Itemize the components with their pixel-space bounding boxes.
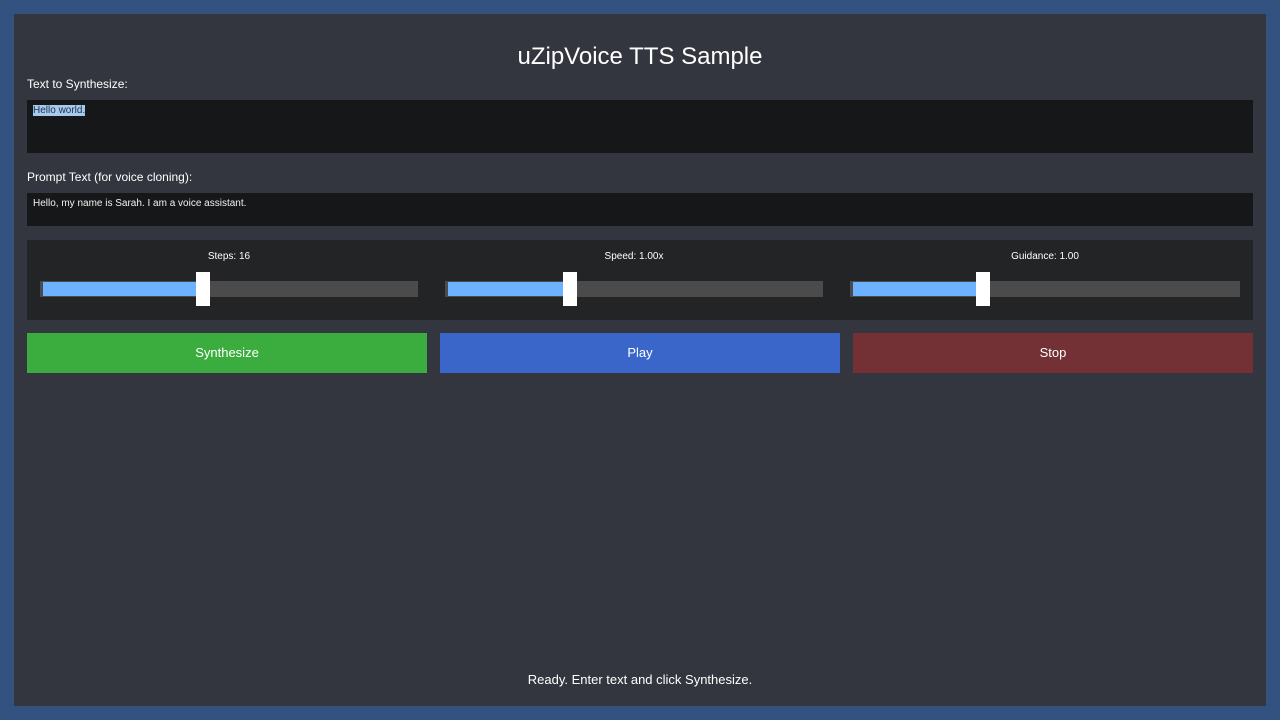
- prompt-text-input[interactable]: Hello, my name is Sarah. I am a voice as…: [27, 193, 1253, 226]
- prompt-text-value: Hello, my name is Sarah. I am a voice as…: [33, 198, 247, 209]
- speed-slider-group: Speed: 1.00x: [432, 240, 823, 320]
- guidance-slider-group: Guidance: 1.00: [837, 240, 1240, 320]
- stop-button[interactable]: Stop: [853, 333, 1253, 373]
- speed-label: Speed: 1.00x: [604, 251, 664, 262]
- guidance-label: Guidance: 1.00: [1011, 251, 1079, 262]
- steps-slider[interactable]: [40, 272, 418, 306]
- play-button[interactable]: Play: [440, 333, 840, 373]
- status-text: Ready. Enter text and click Synthesize.: [527, 672, 753, 687]
- prompt-input-label: Prompt Text (for voice cloning):: [27, 170, 193, 184]
- steps-label: Steps: 16: [207, 251, 251, 262]
- main-panel: uZipVoice TTS Sample Text to Synthesize:…: [14, 14, 1266, 706]
- synthesize-button[interactable]: Synthesize: [27, 333, 427, 373]
- steps-slider-group: Steps: 16: [27, 240, 418, 320]
- speed-slider-handle[interactable]: [563, 272, 577, 306]
- page-title: uZipVoice TTS Sample: [517, 43, 763, 70]
- guidance-slider-handle[interactable]: [976, 272, 990, 306]
- guidance-slider[interactable]: [850, 272, 1240, 306]
- speed-slider[interactable]: [445, 272, 823, 306]
- guidance-slider-fill: [853, 282, 983, 296]
- text-to-synthesize-value: Hello world.: [33, 105, 86, 116]
- slider-panel: Steps: 16 Speed: 1.00x Guidance: 1.00: [27, 240, 1253, 320]
- steps-slider-fill: [43, 282, 203, 296]
- text-input-label: Text to Synthesize:: [27, 77, 128, 91]
- steps-slider-handle[interactable]: [196, 272, 210, 306]
- text-to-synthesize-input[interactable]: Hello world.: [27, 100, 1253, 153]
- speed-slider-fill: [448, 282, 570, 296]
